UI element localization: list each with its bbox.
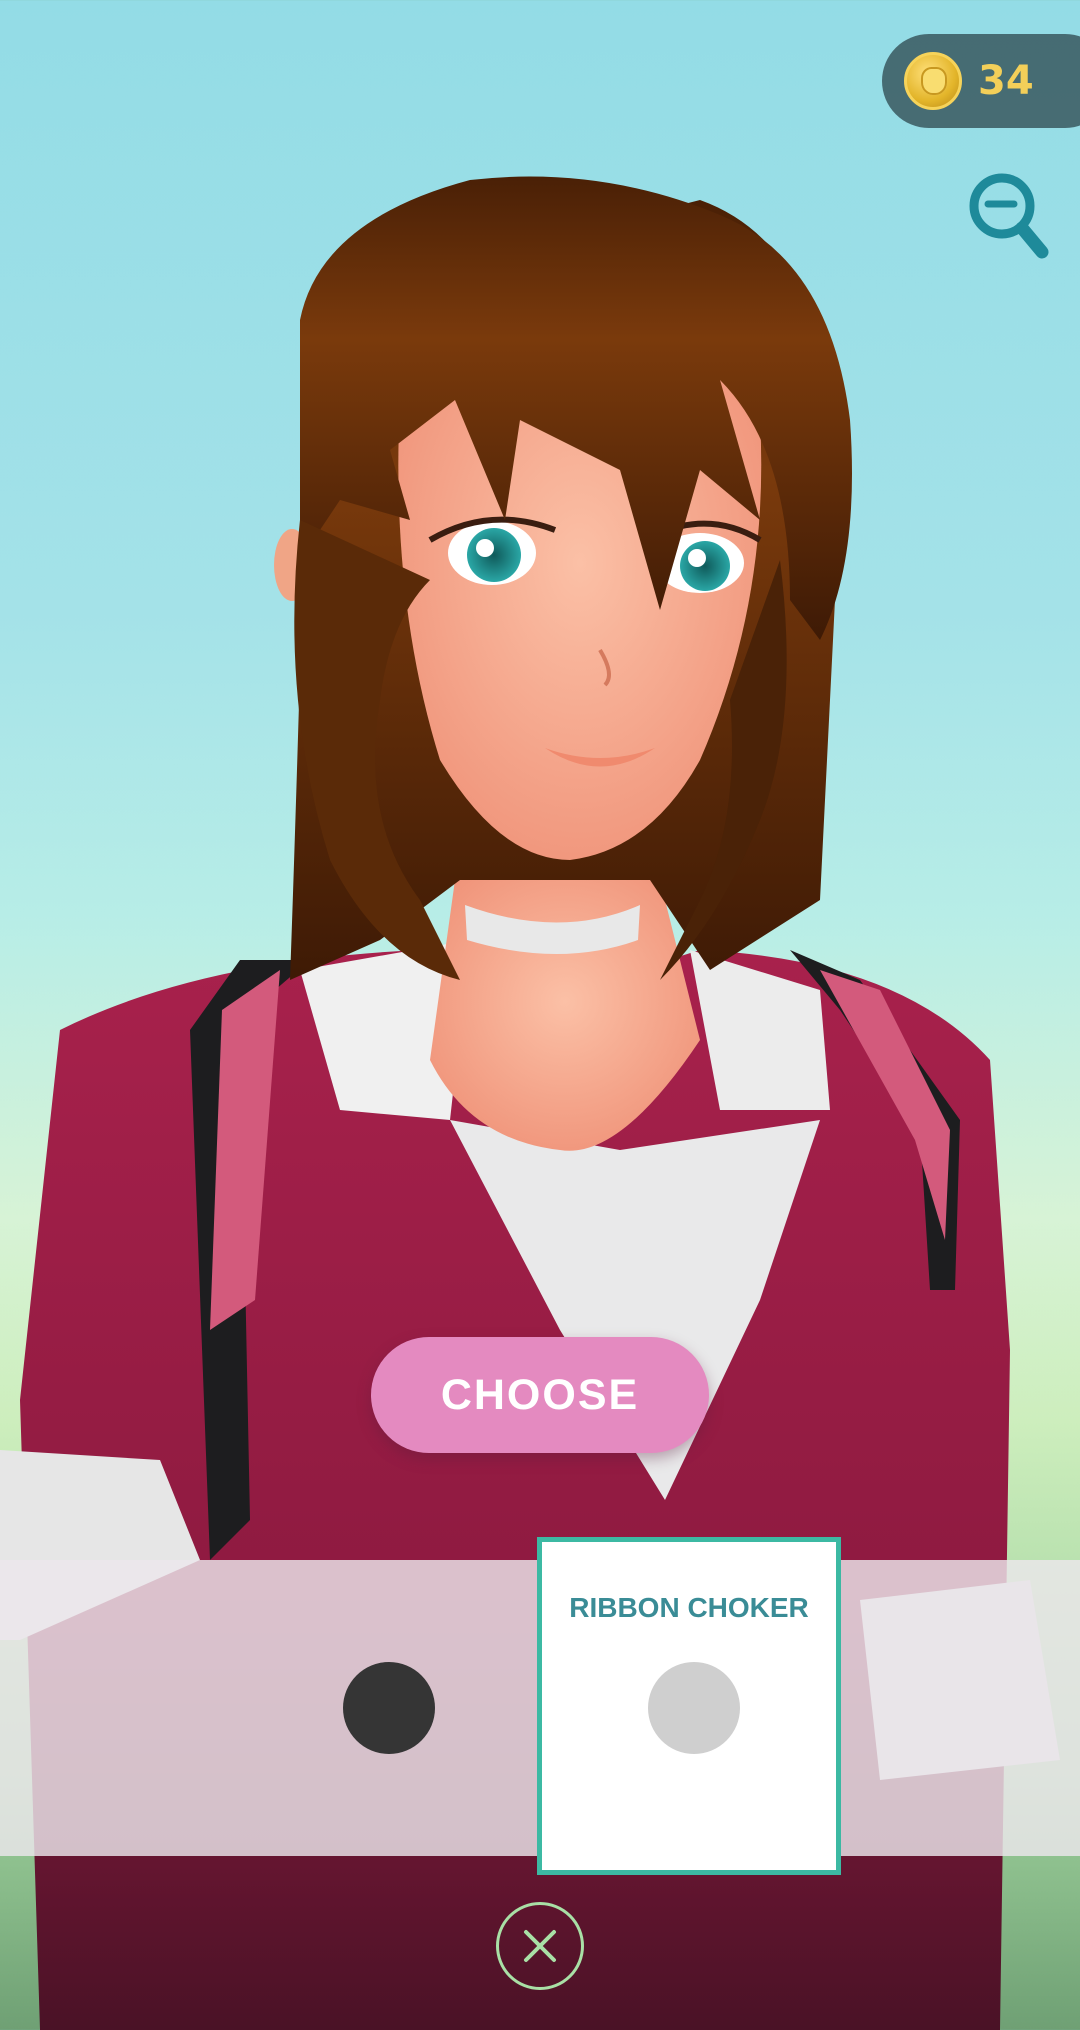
color-swatch-black[interactable] <box>343 1662 435 1754</box>
option-label: RIBBON CHOKER <box>569 1592 809 1623</box>
color-swatch-grey[interactable] <box>648 1662 740 1754</box>
zoom-out-icon <box>969 173 1049 259</box>
coin-count: 34 <box>978 58 1034 104</box>
pokecoin-icon <box>904 52 962 110</box>
close-button[interactable] <box>496 1902 584 1990</box>
close-icon <box>524 1930 556 1962</box>
zoom-out-button[interactable] <box>966 170 1050 266</box>
selected-option-card[interactable]: RIBBON CHOKER <box>537 1537 841 1875</box>
coin-counter: 34 <box>882 34 1080 128</box>
choose-button[interactable]: CHOOSE <box>371 1337 709 1453</box>
